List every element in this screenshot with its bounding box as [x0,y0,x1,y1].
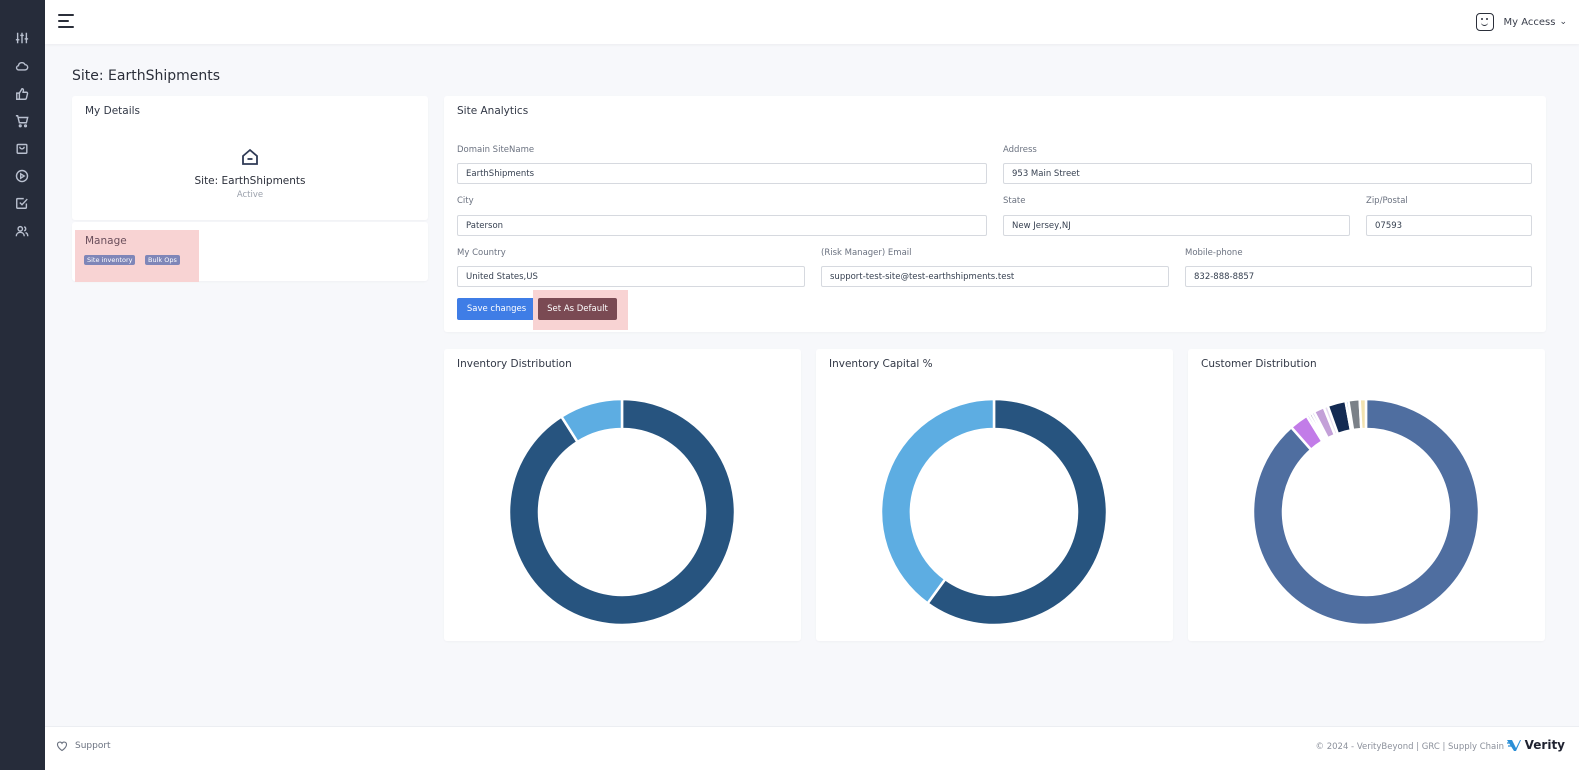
home-icon [240,147,260,167]
hamburger-icon[interactable] [58,13,76,29]
donut-slice-10[interactable] [1358,397,1368,431]
support-link[interactable]: Support [56,740,111,752]
inventory-distribution-card: Inventory Distribution [444,349,801,641]
donut-slice-0[interactable] [1251,397,1481,627]
inventory-capital-chart [879,397,1109,627]
country-input[interactable] [457,266,805,287]
manage-title: Manage [85,235,127,247]
verity-logo-icon [1506,740,1521,751]
site-analytics-title: Site Analytics [457,105,529,117]
cart-icon[interactable] [14,113,30,129]
site-inventory-badge[interactable]: Site inventory [84,255,136,265]
phone-label: Mobile-phone [1185,248,1243,258]
site-name: Site: EarthShipments [194,175,306,187]
my-details-card: My Details Site: EarthShipments Active [72,96,428,220]
phone-input[interactable] [1185,266,1532,287]
inventory-capital-card: Inventory Capital % [816,349,1173,641]
site-analytics-card: Site Analytics Domain SiteName Address C… [444,96,1546,332]
users-icon[interactable] [14,223,30,239]
brand-logo: Verity [1506,738,1565,752]
sliders-icon[interactable] [14,30,30,46]
zip-label: Zip/Postal [1366,196,1408,206]
my-details-title: My Details [85,105,141,117]
manage-card: Manage Site inventory Bulk Ops [72,222,428,282]
heart-icon [56,741,68,752]
city-label: City [457,196,474,206]
cloud-icon[interactable] [14,58,30,74]
inventory-distribution-chart [507,397,737,627]
play-circle-icon[interactable] [14,168,30,184]
thumbs-up-icon[interactable] [14,86,30,102]
customer-distribution-chart [1251,397,1481,627]
my-access-menu[interactable]: My Access ⌄ [1476,12,1567,32]
page-title: Site: EarthShipments [72,68,221,84]
domain-input[interactable] [457,163,987,184]
save-changes-button[interactable]: Save changes [457,298,536,320]
chevron-down-icon: ⌄ [1559,17,1567,27]
set-default-highlight: Set As Default [533,290,628,330]
donut-slice-0[interactable] [507,397,737,627]
smiley-avatar-icon [1476,13,1495,31]
set-as-default-button[interactable]: Set As Default [538,298,617,320]
email-input[interactable] [821,266,1169,287]
email-label: (Risk Manager) Email [821,248,912,258]
shopping-bag-icon[interactable] [14,140,30,156]
address-input[interactable] [1003,163,1532,184]
donut-slice-1[interactable] [879,397,996,606]
copyright-text: © 2024 - VerityBeyond | GRC | Supply Cha… [1315,742,1504,752]
city-input[interactable] [457,215,987,236]
manage-section: Manage Site inventory Bulk Ops [75,230,199,282]
bulk-ops-badge[interactable]: Bulk Ops [145,255,180,265]
country-label: My Country [457,248,506,258]
state-label: State [1003,196,1026,206]
top-bar: My Access ⌄ [45,0,1579,44]
brand-name: Verity [1524,738,1565,752]
sidebar [0,0,45,770]
checkbox-icon[interactable] [14,195,30,211]
my-access-label: My Access [1503,16,1556,28]
state-input[interactable] [1003,215,1350,236]
address-label: Address [1003,145,1037,155]
support-label: Support [75,741,111,751]
site-status: Active [236,190,264,200]
footer: Support © 2024 - VerityBeyond | GRC | Su… [45,726,1579,770]
customer-distribution-card: Customer Distribution [1188,349,1545,641]
domain-label: Domain SiteName [457,145,535,155]
zip-input[interactable] [1366,215,1532,236]
